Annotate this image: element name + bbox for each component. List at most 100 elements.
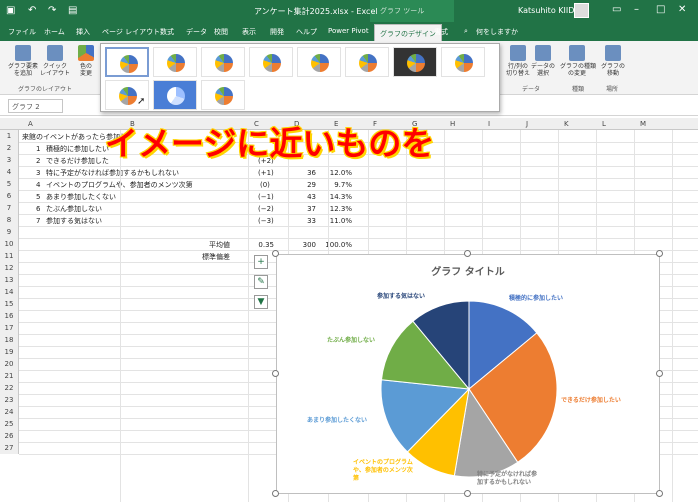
switch-row-column-button[interactable]: 行/列の 切り替え bbox=[504, 45, 532, 77]
tab-developer[interactable]: 開発 bbox=[270, 27, 284, 37]
row-header-4[interactable]: 4 bbox=[0, 166, 19, 178]
slice-label[interactable]: 特に予定がなければ参 加するかもしれない bbox=[477, 471, 537, 487]
undo-icon[interactable]: ↶ bbox=[28, 5, 36, 16]
tab-home[interactable]: ホーム bbox=[44, 27, 65, 37]
tab-power-pivot[interactable]: Power Pivot bbox=[328, 27, 369, 35]
row-header-9[interactable]: 9 bbox=[0, 226, 19, 238]
row-header-18[interactable]: 18 bbox=[0, 334, 19, 346]
chart-style-7[interactable] bbox=[393, 47, 437, 77]
slice-label[interactable]: 積極的に参加したい bbox=[509, 295, 563, 303]
row-header-25[interactable]: 25 bbox=[0, 418, 19, 430]
row-header-17[interactable]: 17 bbox=[0, 322, 19, 334]
row-header-14[interactable]: 14 bbox=[0, 286, 19, 298]
quick-layout-button[interactable]: クイック レイアウト bbox=[40, 45, 70, 77]
change-chart-type-button[interactable]: グラフの種類 の変更 bbox=[560, 45, 596, 77]
tab-review[interactable]: 校閲 bbox=[214, 27, 228, 37]
chart-style-2[interactable] bbox=[153, 47, 197, 77]
chart-style-8[interactable] bbox=[441, 47, 485, 77]
column-header-h[interactable]: H bbox=[450, 120, 455, 128]
tab-formulas[interactable]: 数式 bbox=[160, 27, 174, 37]
row-header-7[interactable]: 7 bbox=[0, 202, 19, 214]
search-icon[interactable]: ⌕ bbox=[464, 27, 468, 36]
resize-handle[interactable] bbox=[656, 250, 663, 257]
tab-chart-design[interactable]: グラフのデザイン bbox=[374, 24, 442, 41]
row-header-19[interactable]: 19 bbox=[0, 346, 19, 358]
slice-label[interactable]: イベントのプログラム や、参加者のメンツ次 第 bbox=[353, 459, 413, 483]
row-header-16[interactable]: 16 bbox=[0, 310, 19, 322]
tab-format[interactable]: 書式 bbox=[434, 27, 448, 37]
slice-label[interactable]: できるだけ参加したい bbox=[561, 397, 621, 405]
row-header-27[interactable]: 27 bbox=[0, 442, 19, 454]
layout-group-label: グラフのレイアウト bbox=[18, 86, 73, 93]
minimize-icon[interactable]: – bbox=[634, 4, 639, 15]
row-header-20[interactable]: 20 bbox=[0, 358, 19, 370]
row-header-21[interactable]: 21 bbox=[0, 370, 19, 382]
row-header-13[interactable]: 13 bbox=[0, 274, 19, 286]
column-header-i[interactable]: I bbox=[488, 120, 490, 128]
tab-view[interactable]: 表示 bbox=[242, 27, 256, 37]
layout-icon bbox=[47, 45, 63, 61]
ribbon-display-icon[interactable]: ▭ bbox=[612, 4, 621, 15]
column-header-j[interactable]: J bbox=[526, 120, 528, 128]
column-header-k[interactable]: K bbox=[564, 120, 569, 128]
column-header-m[interactable]: M bbox=[640, 120, 646, 128]
row-header-8[interactable]: 8 bbox=[0, 214, 19, 226]
resize-handle[interactable] bbox=[272, 370, 279, 377]
tab-page-layout[interactable]: ページ レイアウト bbox=[102, 27, 160, 37]
tab-help[interactable]: ヘルプ bbox=[296, 27, 317, 37]
row-header-12[interactable]: 12 bbox=[0, 262, 19, 274]
slice-label[interactable]: 参加する気はない bbox=[377, 293, 425, 301]
redo-icon[interactable]: ↷ bbox=[48, 5, 56, 16]
resize-handle[interactable] bbox=[272, 250, 279, 257]
slice-label[interactable]: あまり参加したくない bbox=[307, 417, 367, 425]
avatar[interactable] bbox=[574, 3, 589, 18]
chart-elements-button[interactable]: + bbox=[254, 255, 268, 269]
row-header-6[interactable]: 6 bbox=[0, 190, 19, 202]
move-chart-button[interactable]: グラフの 移動 bbox=[600, 45, 626, 77]
row-header-10[interactable]: 10 bbox=[0, 238, 19, 250]
resize-handle[interactable] bbox=[656, 490, 663, 497]
tab-insert[interactable]: 挿入 bbox=[76, 27, 90, 37]
row-header-5[interactable]: 5 bbox=[0, 178, 19, 190]
resize-handle[interactable] bbox=[272, 490, 279, 497]
chart-style-4[interactable] bbox=[249, 47, 293, 77]
save-icon[interactable]: ▣ bbox=[6, 5, 15, 16]
chart-filter-button[interactable]: ▼ bbox=[254, 295, 268, 309]
row-header-2[interactable]: 2 bbox=[0, 142, 19, 154]
select-data-button[interactable]: データの 選択 bbox=[530, 45, 556, 77]
chart-style-3[interactable] bbox=[201, 47, 245, 77]
tab-data[interactable]: データ bbox=[186, 27, 207, 37]
maximize-icon[interactable]: □ bbox=[656, 4, 665, 15]
chart-styles-button[interactable]: ✎ bbox=[254, 275, 268, 289]
chart-style-10[interactable] bbox=[153, 80, 197, 110]
print-preview-icon[interactable]: ▤ bbox=[68, 5, 77, 16]
row-header-22[interactable]: 22 bbox=[0, 382, 19, 394]
close-icon[interactable]: ✕ bbox=[678, 4, 686, 15]
change-colors-button[interactable]: 色の 変更 bbox=[74, 45, 98, 77]
name-box[interactable]: グラフ 2 bbox=[8, 99, 63, 113]
chart-style-5[interactable] bbox=[297, 47, 341, 77]
row-header-23[interactable]: 23 bbox=[0, 394, 19, 406]
pie-plot-area[interactable] bbox=[277, 255, 661, 495]
tab-file[interactable]: ファイル bbox=[8, 27, 36, 37]
row-header-11[interactable]: 11 bbox=[0, 250, 19, 262]
tell-me-search[interactable]: 何をしますか bbox=[476, 27, 518, 37]
resize-handle[interactable] bbox=[656, 370, 663, 377]
chart-style-6[interactable] bbox=[345, 47, 389, 77]
add-chart-element-button[interactable]: グラフ要素 を追加 bbox=[8, 45, 38, 77]
resize-handle[interactable] bbox=[464, 490, 471, 497]
resize-handle[interactable] bbox=[464, 250, 471, 257]
slice-label[interactable]: たぶん参加しない bbox=[327, 337, 375, 345]
column-header-a[interactable]: A bbox=[28, 120, 33, 128]
row-header-26[interactable]: 26 bbox=[0, 430, 19, 442]
column-gridline bbox=[120, 130, 121, 502]
chart-style-11[interactable] bbox=[201, 80, 245, 110]
user-name[interactable]: Katsuhito KIIDA bbox=[518, 6, 580, 15]
pie-chart[interactable]: グラフ タイトル 積極的に参加したい できるだけ参加したい 特に予定がなければ参… bbox=[276, 254, 660, 494]
row-header-15[interactable]: 15 bbox=[0, 298, 19, 310]
chart-style-1[interactable] bbox=[105, 47, 149, 77]
row-header-3[interactable]: 3 bbox=[0, 154, 19, 166]
row-header-1[interactable]: 1 bbox=[0, 130, 19, 142]
column-header-l[interactable]: L bbox=[602, 120, 606, 128]
row-header-24[interactable]: 24 bbox=[0, 406, 19, 418]
